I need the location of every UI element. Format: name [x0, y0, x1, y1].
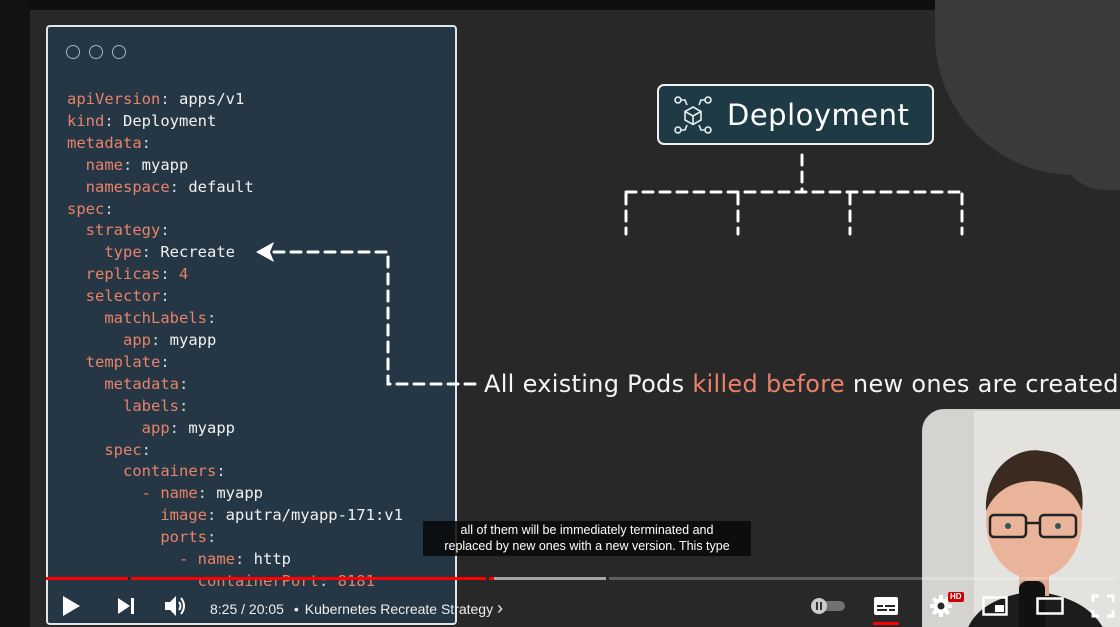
bullet-separator: •: [293, 601, 299, 617]
subtitle-line: all of them will be immediately terminat…: [460, 523, 714, 537]
arrow-connector: [270, 250, 477, 386]
next-button[interactable]: [111, 585, 141, 627]
subtitles-active-indicator: [873, 622, 899, 625]
theater-icon: [1036, 597, 1064, 615]
arrow-head: [256, 242, 274, 262]
autoplay-toggle-icon: [811, 598, 845, 614]
subtitles-icon: [874, 597, 898, 615]
miniplayer-button[interactable]: [980, 585, 1010, 627]
subtitle-line: replaced by new ones with a new version.…: [444, 539, 730, 553]
chapter-marker: [485, 577, 489, 580]
duration: 20:05: [248, 601, 284, 617]
time-separator: /: [241, 601, 246, 617]
video-player[interactable]: apiVersion: apps/v1 kind: Deployment metad…: [0, 0, 1120, 627]
volume-button[interactable]: [161, 585, 191, 627]
player-controls: 8:25 / 20:05 • Kubernetes Recreate Strate…: [30, 585, 1120, 627]
chapter-marker: [605, 577, 609, 580]
subtitles-box: all of them will be immediately terminat…: [423, 521, 751, 556]
play-button[interactable]: [56, 585, 86, 627]
fullscreen-button[interactable]: [1088, 585, 1118, 627]
play-icon: [63, 596, 80, 616]
chapter-marker: [128, 577, 132, 580]
chapter-title-button[interactable]: Kubernetes Recreate Strategy ›: [304, 598, 503, 618]
volume-icon: [165, 596, 185, 616]
autoplay-toggle[interactable]: [808, 585, 848, 627]
next-icon: [118, 598, 134, 614]
hd-badge: HD: [948, 592, 964, 602]
time-display: 8:25 / 20:05 • Kubernetes Recreate Strate…: [210, 598, 503, 619]
chevron-right-icon: ›: [497, 598, 503, 618]
progress-played: [46, 577, 495, 580]
caption-text: All existing Pods: [484, 370, 693, 398]
fullscreen-icon: [1091, 594, 1115, 618]
caption-text: new ones are created: [845, 370, 1119, 398]
slide-caption: All existing Pods killed before new ones…: [484, 370, 1119, 398]
miniplayer-icon: [982, 596, 1008, 616]
chapter-title: Kubernetes Recreate Strategy: [304, 601, 494, 617]
caption-highlight: killed before: [692, 370, 845, 398]
theater-mode-button[interactable]: [1034, 585, 1066, 627]
subtitles-button[interactable]: [872, 585, 900, 627]
current-time: 8:25: [210, 601, 238, 617]
